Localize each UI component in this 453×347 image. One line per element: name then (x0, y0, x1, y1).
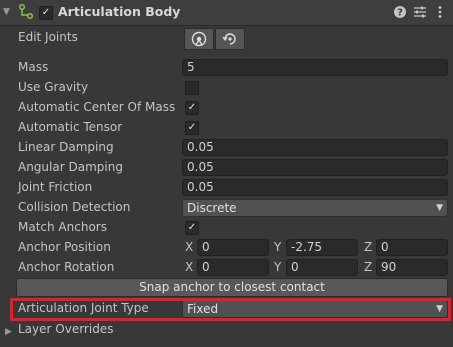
match-anchors-checkbox[interactable]: ✓ (185, 221, 199, 235)
linear-damping-label: Linear Damping (18, 140, 114, 154)
anchor-rotation-x-field[interactable]: 0 (197, 259, 269, 276)
axis-y-label: Y (274, 240, 282, 254)
axis-y-label: Y (274, 260, 282, 274)
anchor-position-label: Anchor Position (18, 240, 111, 254)
joint-type-row: Articulation Joint Type Fixed ▼ (0, 299, 453, 319)
linear-damping-row: Linear Damping 0.05 (0, 138, 453, 158)
joint-friction-label: Joint Friction (18, 180, 93, 194)
mass-field[interactable]: 5 (182, 59, 448, 76)
layer-overrides-label: Layer Overrides (18, 322, 114, 336)
auto-center-of-mass-row: Automatic Center Of Mass ✓ (0, 98, 453, 118)
anchor-rotation-label: Anchor Rotation (18, 260, 115, 274)
angular-damping-field[interactable]: 0.05 (182, 159, 448, 176)
joint-friction-field[interactable]: 0.05 (182, 179, 448, 196)
component-enabled-checkbox[interactable]: ✓ (39, 6, 53, 20)
use-gravity-checkbox[interactable] (185, 81, 199, 95)
layer-overrides-row[interactable]: Layer Overrides (0, 320, 453, 340)
use-gravity-row: Use Gravity (0, 78, 453, 98)
anchor-rotation-row: Anchor Rotation X 0 Y 0 Z 90 (0, 258, 453, 278)
collision-detection-label: Collision Detection (18, 200, 131, 214)
svg-text:?: ? (397, 8, 403, 19)
auto-tensor-checkbox[interactable]: ✓ (185, 121, 199, 135)
match-anchors-row: Match Anchors ✓ (0, 218, 453, 238)
auto-center-of-mass-checkbox[interactable]: ✓ (185, 101, 199, 115)
use-gravity-label: Use Gravity (18, 80, 89, 94)
chevron-down-icon: ▼ (436, 304, 443, 314)
foldout-arrow-icon[interactable]: ▼ (3, 6, 13, 18)
anchor-target-icon (191, 31, 207, 47)
axis-z-label: Z (364, 260, 373, 274)
anchor-rotation-y-field[interactable]: 0 (286, 259, 358, 276)
anchor-position-x-field[interactable]: 0 (197, 239, 269, 256)
axis-x-label: X (185, 240, 194, 254)
chevron-down-icon: ▼ (436, 203, 443, 213)
collision-detection-row: Collision Detection Discrete ▼ (0, 198, 453, 218)
help-icon[interactable]: ? (392, 4, 408, 20)
snap-anchor-button[interactable]: Snap anchor to closest contact (16, 278, 448, 297)
joint-friction-row: Joint Friction 0.05 (0, 178, 453, 198)
collision-detection-dropdown[interactable]: Discrete ▼ (182, 199, 448, 217)
kebab-menu-icon[interactable] (432, 4, 448, 20)
mass-row: Mass 5 (0, 58, 453, 78)
linear-damping-field[interactable]: 0.05 (182, 139, 448, 156)
joint-type-dropdown[interactable]: Fixed ▼ (182, 300, 448, 318)
component-header[interactable]: ▼ ✓ Articulation Body ? (0, 0, 453, 26)
articulation-body-icon (18, 3, 34, 20)
auto-center-of-mass-label: Automatic Center Of Mass (18, 100, 176, 114)
axis-z-label: Z (364, 240, 373, 254)
angular-damping-row: Angular Damping 0.05 (0, 158, 453, 178)
edit-anchor-button[interactable] (184, 28, 214, 50)
mass-label: Mass (18, 60, 49, 74)
collision-detection-value: Discrete (187, 201, 237, 215)
match-anchors-label: Match Anchors (18, 220, 107, 234)
angular-damping-label: Angular Damping (18, 160, 123, 174)
joint-type-label: Articulation Joint Type (18, 301, 149, 315)
axis-x-label: X (185, 260, 194, 274)
anchor-position-z-field[interactable]: 0 (376, 239, 448, 256)
anchor-rotation-z-field[interactable]: 90 (376, 259, 448, 276)
joint-type-value: Fixed (187, 302, 219, 316)
edit-joints-label: Edit Joints (18, 30, 78, 44)
edit-limits-button[interactable] (215, 28, 245, 50)
sliders-icon[interactable] (412, 4, 428, 20)
anchor-position-y-field[interactable]: -2.75 (286, 239, 358, 256)
anchor-position-row: Anchor Position X 0 Y -2.75 Z 0 (0, 238, 453, 258)
rotation-limits-icon (222, 33, 236, 45)
auto-tensor-row: Automatic Tensor ✓ (0, 118, 453, 138)
component-title: Articulation Body (58, 4, 181, 19)
auto-tensor-label: Automatic Tensor (18, 120, 123, 134)
